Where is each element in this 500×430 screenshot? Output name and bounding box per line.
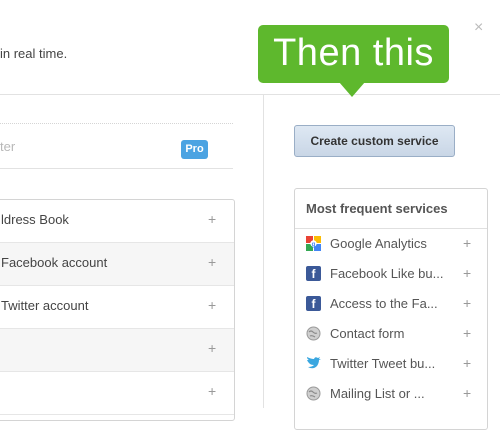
add-icon[interactable]: +: [463, 295, 471, 311]
service-list: ldress Book + Facebook account + Twitter…: [0, 199, 235, 421]
add-icon[interactable]: +: [463, 265, 471, 281]
service-row-facebook-account[interactable]: Facebook account +: [0, 243, 234, 286]
service-label: Contact form: [330, 326, 405, 341]
add-icon[interactable]: +: [463, 235, 471, 251]
service-label: Twitter account: [1, 298, 89, 313]
svg-text:g: g: [312, 242, 316, 248]
globe-icon: [306, 386, 321, 401]
add-icon[interactable]: +: [208, 383, 216, 399]
panel-title: Most frequent services: [295, 189, 487, 229]
facebook-icon: f: [306, 266, 321, 281]
service-label: Mailing List or ...: [330, 386, 425, 401]
filter-underline: [0, 168, 233, 169]
header-divider: [0, 94, 500, 95]
close-icon[interactable]: ×: [474, 20, 483, 36]
frequent-service-twitter-tweet[interactable]: Twitter Tweet bu... +: [295, 349, 487, 379]
callout-pointer: [339, 82, 365, 97]
service-label: Facebook account: [1, 255, 108, 270]
facebook-icon: f: [306, 296, 321, 311]
service-row[interactable]: +: [0, 372, 234, 415]
service-label: Access to the Fa...: [330, 296, 438, 311]
add-icon[interactable]: +: [208, 340, 216, 356]
service-row-pro[interactable]: +: [0, 329, 234, 372]
add-icon[interactable]: +: [208, 297, 216, 313]
service-label: ldress Book: [1, 212, 69, 227]
add-icon[interactable]: +: [208, 254, 216, 270]
service-label: Facebook Like bu...: [330, 266, 444, 281]
frequent-service-contact-form[interactable]: Contact form +: [295, 319, 487, 349]
pro-badge: Pro: [181, 140, 208, 159]
frequent-service-google-analytics[interactable]: g Google Analytics +: [295, 229, 487, 259]
add-icon[interactable]: +: [463, 385, 471, 401]
add-icon[interactable]: +: [208, 211, 216, 227]
frequent-service-facebook-access[interactable]: f Access to the Fa... +: [295, 289, 487, 319]
dotted-divider: [0, 123, 233, 124]
column-divider: [263, 95, 264, 408]
service-row-twitter-account[interactable]: Twitter account +: [0, 286, 234, 329]
dialog-subtitle: in real time.: [0, 46, 68, 61]
add-icon[interactable]: +: [463, 325, 471, 341]
create-custom-service-button[interactable]: Create custom service: [294, 125, 455, 157]
frequent-service-facebook-like[interactable]: f Facebook Like bu... +: [295, 259, 487, 289]
google-analytics-icon: g: [306, 236, 321, 251]
most-frequent-services-panel: Most frequent services g Google Analytic…: [294, 188, 488, 430]
service-label: Google Analytics: [330, 236, 427, 251]
globe-icon: [306, 326, 321, 341]
callout-bubble: Then this: [258, 25, 449, 83]
add-icon[interactable]: +: [463, 355, 471, 371]
twitter-bird-icon: [306, 356, 321, 371]
service-row-address-book[interactable]: ldress Book +: [0, 200, 234, 243]
frequent-service-mailing-list[interactable]: Mailing List or ... +: [295, 379, 487, 409]
service-label: Twitter Tweet bu...: [330, 356, 436, 371]
filter-input[interactable]: ter: [0, 139, 15, 154]
